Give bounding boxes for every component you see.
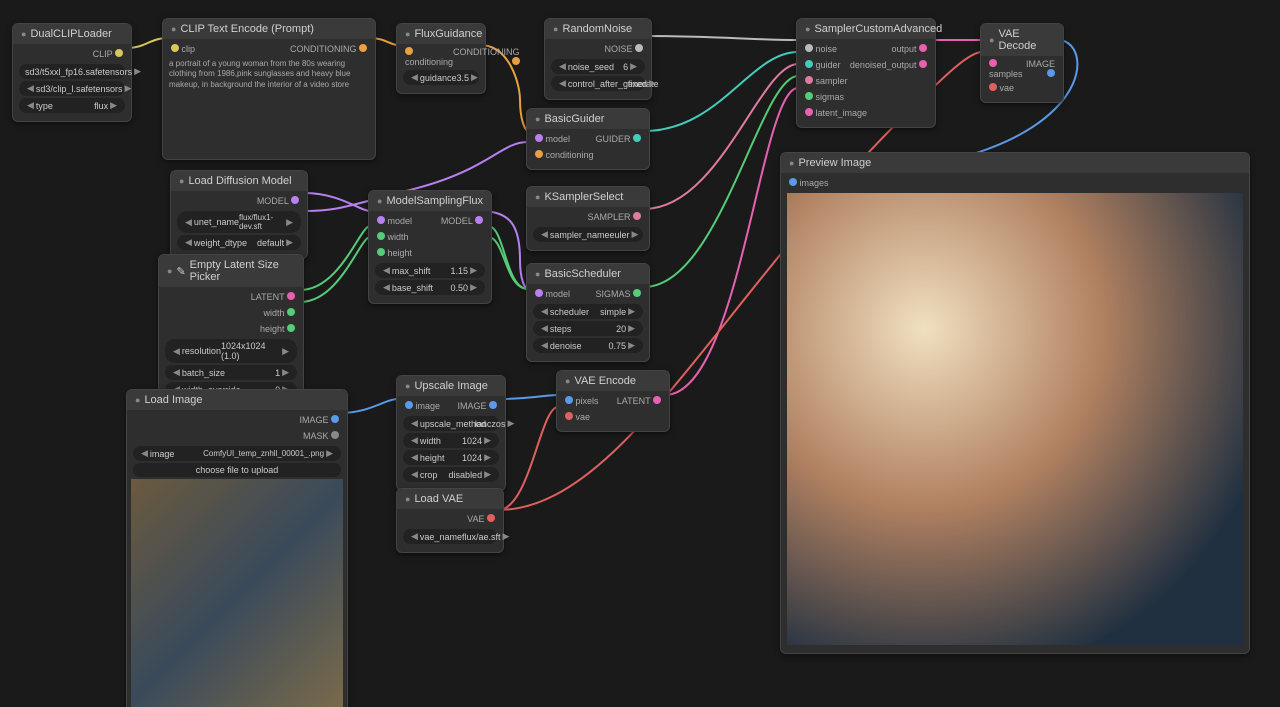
output-image[interactable]: IMAGE (457, 401, 497, 411)
widget-clip1[interactable]: sd3/t5xxl_fp16.safetensors▶ (19, 64, 125, 79)
node-sampler-custom-advanced[interactable]: ●SamplerCustomAdvanced noise output guide… (796, 18, 936, 128)
widget-base-shift[interactable]: ◀base_shift0.50▶ (375, 280, 485, 295)
node-ksamplerselect[interactable]: ●KSamplerSelect SAMPLER ◀sampler_nameeul… (526, 186, 650, 251)
node-title[interactable]: ●Upscale Image (397, 376, 505, 396)
node-title[interactable]: ●ModelSamplingFlux (369, 191, 491, 211)
output-output[interactable]: output (891, 44, 927, 54)
preview-image-display (787, 193, 1243, 645)
node-vae-encode[interactable]: ●VAE Encode pixels LATENT vae (556, 370, 670, 432)
output-model[interactable]: MODEL (441, 216, 483, 226)
output-vae[interactable]: VAE (467, 514, 495, 524)
widget-type[interactable]: ◀typeflux▶ (19, 98, 125, 113)
widget-batch-size[interactable]: ◀batch_size1▶ (165, 365, 297, 380)
widget-width[interactable]: ◀width1024▶ (403, 433, 499, 448)
output-conditioning[interactable]: CONDITIONING (290, 44, 367, 54)
node-randomnoise[interactable]: ●RandomNoise NOISE ◀noise_seed6▶ ◀contro… (544, 18, 652, 100)
node-modelsamplingflux[interactable]: ●ModelSamplingFlux model MODEL width heig… (368, 190, 492, 304)
node-load-diffusion-model[interactable]: ●Load Diffusion Model MODEL ◀unet_namefl… (170, 170, 308, 259)
node-fluxguidance[interactable]: ●FluxGuidance conditioningCONDITIONING ◀… (396, 23, 486, 94)
node-title[interactable]: ●VAE Encode (557, 371, 669, 391)
node-title[interactable]: ●✎ Empty Latent Size Picker (159, 255, 303, 287)
node-title[interactable]: ●Load Image (127, 390, 347, 410)
output-latent[interactable]: LATENT (617, 396, 661, 406)
widget-scheduler[interactable]: ◀schedulersimple▶ (533, 304, 643, 319)
widget-denoise[interactable]: ◀denoise0.75▶ (533, 338, 643, 353)
input-sampler[interactable]: sampler (805, 76, 848, 86)
output-height[interactable]: height (260, 324, 295, 334)
node-basicscheduler[interactable]: ●BasicScheduler model SIGMAS ◀schedulersi… (526, 263, 650, 362)
widget-sampler-name[interactable]: ◀sampler_nameeuler▶ (533, 227, 643, 242)
image-preview (131, 479, 343, 707)
node-title[interactable]: ●SamplerCustomAdvanced (797, 19, 935, 39)
input-clip[interactable]: clip (171, 44, 195, 54)
input-vae[interactable]: vae (989, 83, 1014, 93)
widget-steps[interactable]: ◀steps20▶ (533, 321, 643, 336)
input-width[interactable]: width (377, 232, 409, 242)
node-basicguider[interactable]: ●BasicGuider model GUIDER conditioning (526, 108, 650, 170)
node-title[interactable]: ●RandomNoise (545, 19, 651, 39)
input-pixels[interactable]: pixels (565, 396, 599, 406)
node-dualcliploader[interactable]: ●DualCLIPLoader CLIP sd3/t5xxl_fp16.safe… (12, 23, 132, 122)
node-title[interactable]: ●Load Diffusion Model (171, 171, 307, 191)
node-title[interactable]: ●Load VAE (397, 489, 503, 509)
input-latent-image[interactable]: latent_image (805, 108, 867, 118)
node-title[interactable]: ●BasicScheduler (527, 264, 649, 284)
input-samples[interactable]: samples (989, 59, 1024, 79)
prompt-textarea[interactable]: a portrait of a young woman from the 80s… (167, 57, 375, 113)
output-mask[interactable]: MASK (303, 431, 339, 441)
output-width[interactable]: width (263, 308, 295, 318)
input-sigmas[interactable]: sigmas (805, 92, 844, 102)
output-denoised[interactable]: denoised_output (850, 60, 927, 70)
input-noise[interactable]: noise (805, 44, 837, 54)
output-image[interactable]: IMAGE (1024, 59, 1055, 79)
widget-crop[interactable]: ◀cropdisabled▶ (403, 467, 499, 482)
node-load-image[interactable]: ●Load Image IMAGE MASK ◀imageComfyUI_tem… (126, 389, 348, 707)
node-title[interactable]: ●KSamplerSelect (527, 187, 649, 207)
input-guider[interactable]: guider (805, 60, 841, 70)
node-title[interactable]: ●Preview Image (781, 153, 1249, 173)
output-clip[interactable]: CLIP (93, 49, 123, 59)
widget-unet-name[interactable]: ◀unet_nameflux/flux1-dev.sft▶ (177, 211, 301, 233)
node-clip-text-encode[interactable]: ●CLIP Text Encode (Prompt) clip CONDITION… (162, 18, 376, 160)
node-title[interactable]: ●FluxGuidance (397, 24, 485, 44)
input-images[interactable]: images (789, 178, 829, 188)
input-model[interactable]: model (535, 289, 570, 299)
output-sampler[interactable]: SAMPLER (587, 212, 641, 222)
widget-height[interactable]: ◀height1024▶ (403, 450, 499, 465)
widget-noise-seed[interactable]: ◀noise_seed6▶ (551, 59, 645, 74)
input-conditioning[interactable]: conditioning (535, 150, 594, 160)
node-title[interactable]: ●DualCLIPLoader (13, 24, 131, 44)
output-noise[interactable]: NOISE (604, 44, 643, 54)
output-conditioning[interactable]: CONDITIONING (453, 47, 520, 67)
output-sigmas[interactable]: SIGMAS (595, 289, 641, 299)
widget-resolution[interactable]: ◀resolution1024x1024 (1.0)▶ (165, 339, 297, 363)
node-title[interactable]: ●VAE Decode (981, 24, 1063, 56)
input-model[interactable]: model (535, 134, 570, 144)
input-conditioning[interactable]: conditioning (405, 47, 453, 67)
node-preview-image[interactable]: ●Preview Image images (780, 152, 1250, 654)
input-model[interactable]: model (377, 216, 412, 226)
output-guider[interactable]: GUIDER (595, 134, 641, 144)
widget-clip2[interactable]: ◀sd3/clip_l.safetensors▶ (19, 81, 125, 96)
widget-vae-name[interactable]: ◀vae_nameflux/ae.sft▶ (403, 529, 497, 544)
widget-weight-dtype[interactable]: ◀weight_dtypedefault▶ (177, 235, 301, 250)
output-latent[interactable]: LATENT (251, 292, 295, 302)
widget-upscale-method[interactable]: ◀upscale_methodlanczos▶ (403, 416, 499, 431)
input-image[interactable]: image (405, 401, 440, 411)
node-vae-decode[interactable]: ●VAE Decode samplesIMAGE vae (980, 23, 1064, 103)
widget-guidance[interactable]: ◀guidance3.5▶ (403, 70, 479, 85)
widget-control-after[interactable]: ◀control_after_generatefixed▶ (551, 76, 645, 91)
output-image[interactable]: IMAGE (299, 415, 339, 425)
node-upscale-image[interactable]: ●Upscale Image image IMAGE ◀upscale_metho… (396, 375, 506, 491)
output-model[interactable]: MODEL (257, 196, 299, 206)
widget-image[interactable]: ◀imageComfyUI_temp_znhll_00001_.png▶ (133, 446, 341, 461)
node-title[interactable]: ●CLIP Text Encode (Prompt) (163, 19, 375, 39)
widget-max-shift[interactable]: ◀max_shift1.15▶ (375, 263, 485, 278)
choose-file-button[interactable]: choose file to upload (133, 463, 341, 477)
node-title[interactable]: ●BasicGuider (527, 109, 649, 129)
input-height[interactable]: height (377, 248, 412, 258)
node-load-vae[interactable]: ●Load VAE VAE ◀vae_nameflux/ae.sft▶ (396, 488, 504, 553)
collapse-icon[interactable]: ● (21, 29, 26, 39)
input-vae[interactable]: vae (565, 412, 590, 422)
